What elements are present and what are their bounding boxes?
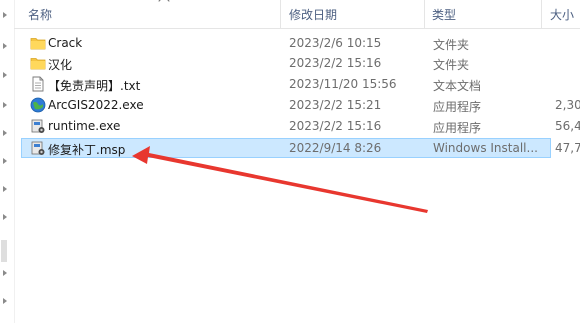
expand-arrow-icon[interactable] (3, 130, 7, 136)
file-type: 文本文档 (433, 79, 482, 93)
expand-arrow-icon[interactable] (3, 102, 7, 108)
file-date: 2023/11/20 15:56 (289, 77, 397, 91)
file-size: 56,4 (555, 119, 580, 133)
file-date: 2023/2/2 15:16 (289, 56, 382, 70)
file-date: 2023/2/2 15:21 (289, 98, 382, 112)
expand-arrow-icon[interactable] (3, 270, 7, 276)
column-header-bar: 名称 修改日期 类型 大小 (14, 0, 580, 29)
file-name: Crack (48, 36, 83, 50)
file-type: 文件夹 (433, 58, 470, 72)
file-name: ArcGIS2022.exe (48, 98, 144, 112)
file-size: 2,30 (555, 98, 580, 112)
file-name: 修复补丁.msp (48, 143, 126, 157)
column-header-name[interactable]: 名称 (28, 6, 52, 23)
expand-arrow-icon[interactable] (3, 298, 7, 304)
file-size: 47,7 (555, 141, 580, 155)
file-type: Windows Install... (433, 141, 538, 155)
column-divider[interactable] (424, 0, 425, 28)
expand-arrow-icon[interactable] (3, 158, 7, 164)
pane-scrollbar-thumb[interactable] (1, 240, 7, 262)
expand-arrow-icon[interactable] (3, 12, 7, 18)
file-row[interactable]: Crack 2023/2/6 10:15 文件夹 (21, 33, 551, 53)
file-type: 文件夹 (433, 38, 470, 52)
file-row[interactable]: runtime.exe 2023/2/2 15:16 应用程序 56,4 (21, 116, 580, 136)
expand-arrow-icon[interactable] (3, 43, 7, 49)
installer-package-icon (31, 141, 45, 155)
column-header-type[interactable]: 类型 (432, 6, 456, 23)
expand-arrow-icon[interactable] (3, 214, 7, 220)
folder-icon (30, 58, 46, 70)
file-date: 2023/2/2 15:16 (289, 119, 382, 133)
file-date: 2023/2/6 10:15 (289, 36, 382, 50)
expand-arrow-icon[interactable] (3, 72, 7, 78)
file-type: 应用程序 (433, 121, 482, 135)
file-row[interactable]: 【免责声明】.txt 2023/11/20 15:56 文本文档 (21, 74, 551, 94)
expand-arrow-icon[interactable] (3, 186, 7, 192)
folder-icon (30, 38, 46, 50)
navigation-pane-edge (0, 0, 15, 323)
column-divider[interactable] (280, 0, 281, 28)
file-name: runtime.exe (48, 119, 121, 133)
file-row-selected[interactable]: 修复补丁.msp 2022/9/14 8:26 Windows Install.… (21, 138, 580, 158)
column-divider[interactable] (541, 0, 542, 28)
file-date: 2022/9/14 8:26 (289, 141, 382, 155)
file-name: 汉化 (48, 58, 73, 72)
file-row[interactable]: ArcGIS2022.exe 2023/2/2 15:21 应用程序 2,30 (21, 95, 580, 115)
globe-app-icon (30, 97, 46, 113)
file-type: 应用程序 (433, 100, 482, 114)
file-row[interactable]: 汉化 2023/2/2 15:16 文件夹 (21, 53, 551, 73)
installer-icon (31, 119, 45, 133)
column-header-size[interactable]: 大小 (550, 6, 574, 23)
file-name: 【免责声明】.txt (48, 79, 141, 93)
column-header-date[interactable]: 修改日期 (289, 6, 337, 23)
text-file-icon (32, 76, 44, 92)
sort-ascending-icon (158, 0, 170, 7)
